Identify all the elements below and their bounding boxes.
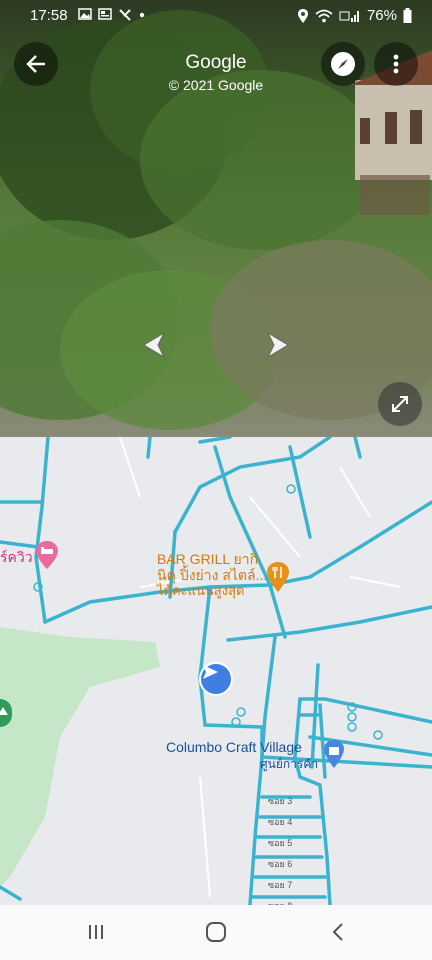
- park-area: [0, 627, 160, 887]
- news-icon: [98, 8, 112, 20]
- pan-right-arrow[interactable]: [264, 330, 292, 360]
- map-panel[interactable]: ร์ควิว BAR GRILL ยากิ นิคุ ปิ้งย่าง สไตล…: [0, 437, 432, 905]
- more-options-button[interactable]: [374, 42, 418, 86]
- recents-icon: [89, 925, 103, 939]
- bar-grill-poi[interactable]: BAR GRILL ยากิ นิคุ ปิ้งย่าง สไตล์... ได…: [157, 551, 267, 599]
- bar-grill-name-1: BAR GRILL ยากิ: [157, 551, 259, 567]
- volte-signal-icon: [339, 10, 359, 22]
- location-icon: [297, 8, 308, 23]
- bar-grill-name-2: นิคุ ปิ้งย่าง สไตล์...: [157, 567, 268, 583]
- title-google: Google: [185, 52, 247, 73]
- system-back-button[interactable]: [318, 915, 358, 949]
- status-time: 17:58: [30, 7, 68, 24]
- columbo-craft-village-poi[interactable]: Columbo Craft Village ศูนย์การค้า: [166, 739, 318, 773]
- system-navigation-bar: [0, 905, 432, 960]
- expand-icon: [392, 396, 408, 412]
- soi-7-label: ซอย 7: [268, 880, 293, 890]
- battery-percent: 76%: [366, 7, 397, 24]
- expand-button[interactable]: [378, 382, 422, 426]
- image-icon: [78, 8, 92, 20]
- tree-icon: [0, 707, 8, 715]
- recents-button[interactable]: [76, 915, 116, 949]
- bar-grill-rating-note: ได้คะแนนสูงสุด: [157, 583, 245, 598]
- direction-arrow-icon: [203, 665, 218, 679]
- compass-button[interactable]: [321, 42, 365, 86]
- soi-5-label: ซอย 5: [268, 838, 293, 848]
- pan-left-arrow[interactable]: [140, 330, 168, 360]
- shopping-bag-pin-icon: [324, 740, 344, 768]
- status-bar: 17:58 76%: [0, 0, 432, 32]
- park-marker[interactable]: [0, 699, 12, 727]
- dot-icon: [139, 12, 145, 18]
- back-chevron-icon: [332, 923, 343, 941]
- back-arrow-icon: [26, 55, 45, 73]
- soi-6-label: ซอย 6: [268, 859, 293, 869]
- home-icon: [206, 922, 226, 942]
- battery-icon: [403, 8, 412, 23]
- restaurant-pin-icon: [267, 562, 289, 592]
- soi-4-label: ซอย 4: [268, 817, 293, 827]
- soi-3-label: ซอย 3: [268, 796, 293, 806]
- street-view-title: Google © 2021 Google: [120, 52, 312, 93]
- compass-icon: [331, 52, 355, 76]
- wifi-icon: [315, 9, 333, 22]
- columbo-name: Columbo Craft Village: [166, 739, 302, 755]
- soi-labels: ซอย 3 ซอย 4 ซอย 5 ซอย 6 ซอย 7 ซอย 8: [268, 791, 292, 905]
- home-button[interactable]: [196, 915, 236, 949]
- tools-icon: [119, 9, 131, 21]
- title-copyright: © 2021 Google: [168, 77, 264, 93]
- street-view-position-marker[interactable]: [199, 662, 233, 696]
- soi-8-label: ซอย 8: [268, 896, 292, 905]
- back-button[interactable]: [14, 42, 58, 86]
- hotel-pin-icon: [36, 541, 58, 569]
- more-icon: [393, 54, 399, 74]
- street-view-panel[interactable]: 17:58 76% Google © 2021 Google: [0, 0, 432, 437]
- hotel-label[interactable]: ร์ควิว: [0, 547, 33, 569]
